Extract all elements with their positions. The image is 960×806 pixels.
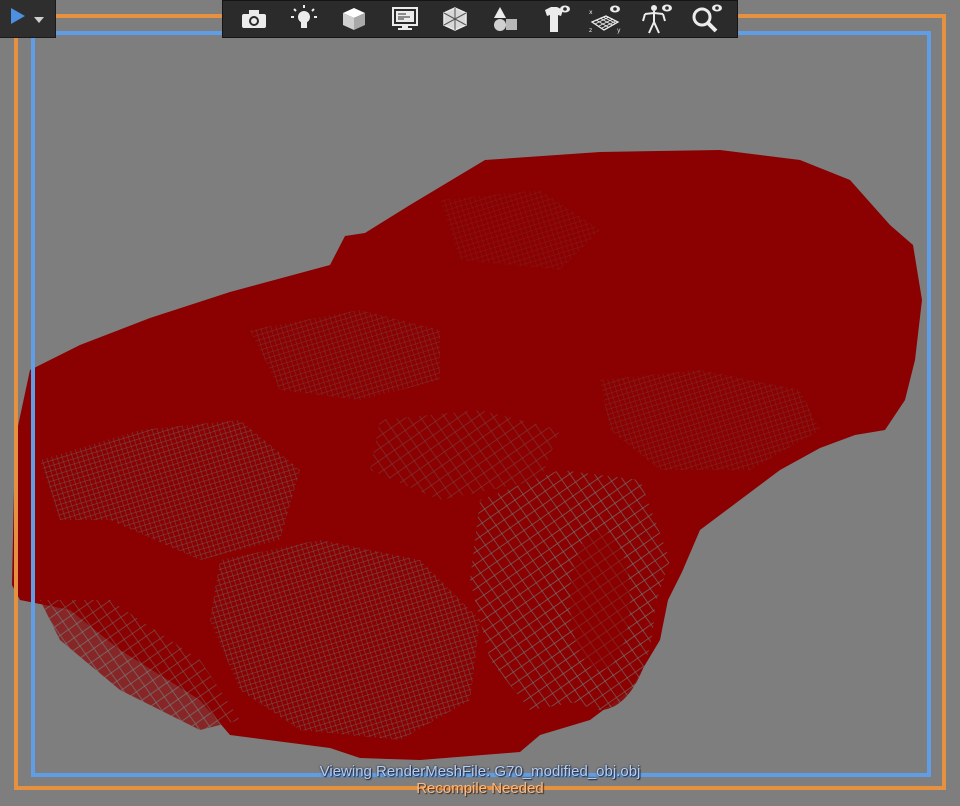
display-button[interactable]: [387, 2, 423, 36]
svg-text:y: y: [617, 27, 621, 34]
svg-text:z: z: [589, 27, 592, 34]
magnifier-eye-icon: [692, 4, 722, 33]
skeleton-eye-icon: [641, 4, 672, 34]
lightbulb-icon: [291, 5, 318, 28]
lights-button[interactable]: [286, 2, 322, 36]
viewing-file-label: Viewing RenderMeshFile: G70_modified_obj…: [319, 763, 641, 780]
zoom-visibility-button[interactable]: [688, 2, 724, 36]
shirt-eye-icon: [545, 5, 571, 32]
grid-visibility-button[interactable]: x z y: [587, 2, 623, 36]
play-icon[interactable]: [10, 7, 26, 30]
clothing-visibility-button[interactable]: [537, 2, 573, 36]
chevron-down-icon[interactable]: [34, 10, 44, 28]
shading-button[interactable]: [336, 2, 372, 36]
monitor-icon: [391, 7, 418, 30]
3d-viewport[interactable]: x z y Viewing RenderMeshFile: G70_modifi…: [0, 0, 960, 806]
svg-text:x: x: [589, 9, 593, 16]
recompile-needed-label: Recompile Needed: [416, 780, 544, 797]
cube-icon: [343, 8, 366, 30]
wireframe-button[interactable]: [437, 2, 473, 36]
primitives-button[interactable]: [487, 2, 523, 36]
skeleton-visibility-button[interactable]: [638, 2, 674, 36]
grid-eye-icon: x z y: [589, 5, 621, 34]
wire-cube-icon: [443, 7, 467, 31]
camera-icon: [242, 10, 267, 28]
shapes-icon: [494, 7, 518, 31]
viewport-toolbar: x z y: [222, 0, 738, 38]
safe-frame-inner: [31, 31, 931, 777]
play-menu[interactable]: [0, 0, 56, 38]
camera-button[interactable]: [236, 2, 272, 36]
